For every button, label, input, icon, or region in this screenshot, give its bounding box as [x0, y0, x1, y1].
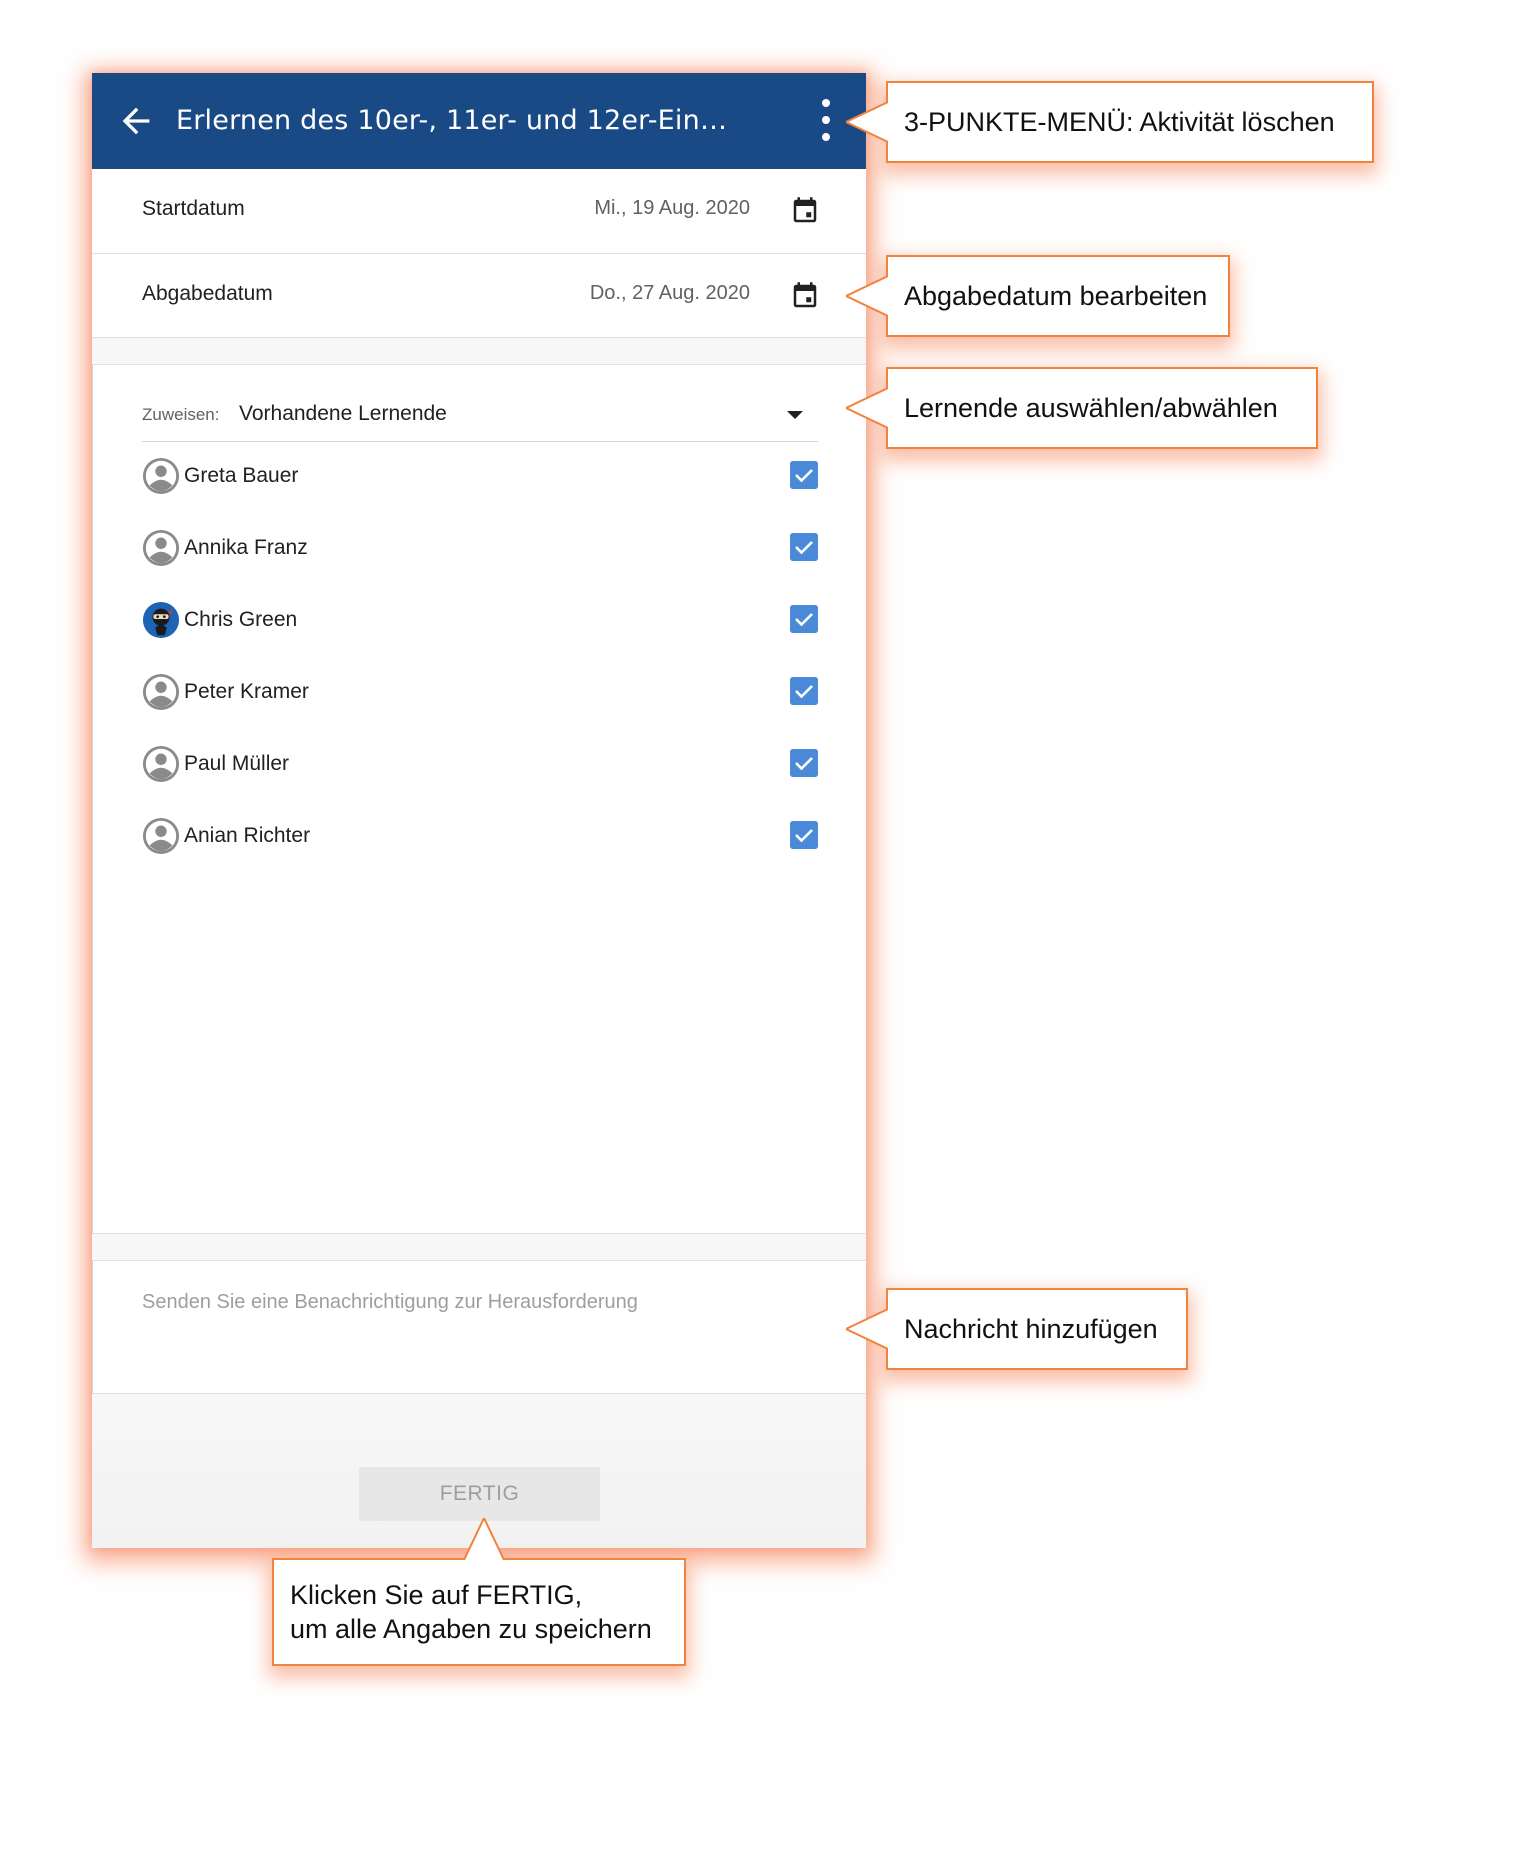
learner-name: Peter Kramer — [184, 680, 309, 703]
assign-value: Vorhandene Lernende — [239, 402, 447, 425]
assign-label: Zuweisen: — [142, 405, 220, 424]
section-gap — [92, 338, 866, 364]
learner-name: Annika Franz — [184, 536, 308, 559]
person-avatar-icon — [142, 817, 180, 855]
checkbox-checked-icon[interactable] — [790, 605, 818, 633]
divider — [92, 1260, 866, 1261]
learner-row[interactable]: Paul Müller — [142, 739, 818, 799]
person-avatar-icon — [142, 529, 180, 567]
learner-row[interactable]: Anian Richter — [142, 811, 818, 871]
callout-pointer — [846, 1309, 888, 1349]
learner-name: Paul Müller — [184, 752, 290, 775]
person-avatar-icon — [142, 457, 180, 495]
start-date-row[interactable]: Startdatum Mi., 19 Aug. 2020 — [92, 169, 866, 253]
learner-row[interactable]: Annika Franz — [142, 523, 818, 583]
chevron-down-icon[interactable] — [787, 411, 803, 419]
callout-text-line2: um alle Angaben zu speichern — [290, 1614, 652, 1644]
callout-learners: Lernende auswählen/abwählen — [846, 367, 1318, 449]
more-vertical-icon[interactable] — [814, 99, 838, 143]
due-date-label: Abgabedatum — [142, 282, 273, 305]
due-date-value: Do., 27 Aug. 2020 — [589, 282, 750, 304]
callout-message: Nachricht hinzufügen — [846, 1288, 1188, 1370]
callout-due-date: Abgabedatum bearbeiten — [846, 255, 1230, 337]
checkbox-checked-icon[interactable] — [790, 821, 818, 849]
learner-row[interactable]: Greta Bauer — [142, 451, 818, 511]
callout-text: Abgabedatum bearbeiten — [904, 281, 1208, 311]
calendar-icon[interactable] — [790, 280, 820, 312]
callout-pointer — [846, 388, 888, 428]
start-date-label: Startdatum — [142, 197, 245, 220]
checkbox-checked-icon[interactable] — [790, 461, 818, 489]
callout-pointer — [846, 276, 888, 316]
ninja-avatar-icon — [142, 601, 180, 639]
learner-name: Anian Richter — [184, 824, 311, 847]
message-input[interactable]: Senden Sie eine Benachrichtigung zur Her… — [142, 1291, 638, 1314]
learner-row[interactable]: Peter Kramer — [142, 667, 818, 727]
section-gap — [92, 1234, 866, 1260]
callout-text: Nachricht hinzufügen — [904, 1314, 1158, 1344]
checkbox-checked-icon[interactable] — [790, 677, 818, 705]
checkbox-checked-icon[interactable] — [790, 749, 818, 777]
learner-row[interactable]: Chris Green — [142, 595, 818, 655]
due-date-row[interactable]: Abgabedatum Do., 27 Aug. 2020 — [92, 254, 866, 338]
callout-pointer — [846, 102, 888, 142]
callout-text: Lernende auswählen/abwählen — [904, 393, 1278, 423]
arrow-left-icon[interactable] — [116, 101, 156, 141]
person-avatar-icon — [142, 673, 180, 711]
divider — [92, 364, 866, 365]
callout-text-line1: Klicken Sie auf FERTIG, — [290, 1580, 583, 1610]
callout-pointer — [464, 1518, 504, 1560]
calendar-icon[interactable] — [790, 195, 820, 227]
callout-menu: 3-PUNKTE-MENÜ: Aktivität löschen — [846, 81, 1374, 163]
start-date-value: Mi., 19 Aug. 2020 — [594, 197, 750, 219]
callout-done: Klicken Sie auf FERTIG, um alle Angaben … — [272, 1518, 686, 1666]
checkbox-checked-icon[interactable] — [790, 533, 818, 561]
person-avatar-icon — [142, 745, 180, 783]
learner-name: Greta Bauer — [184, 464, 299, 487]
challenge-edit-panel: Erlernen des 10er-, 11er- und 12er-Einma… — [92, 73, 866, 1548]
app-bar: Erlernen des 10er-, 11er- und 12er-Einma… — [92, 73, 866, 169]
learner-name: Chris Green — [184, 608, 298, 631]
page-title: Erlernen des 10er-, 11er- und 12er-Einma… — [176, 105, 736, 136]
assign-dropdown[interactable]: Zuweisen: Vorhandene Lernende — [142, 385, 818, 442]
done-button[interactable]: FERTIG — [359, 1467, 600, 1521]
callout-text: 3-PUNKTE-MENÜ: Aktivität löschen — [904, 107, 1335, 137]
